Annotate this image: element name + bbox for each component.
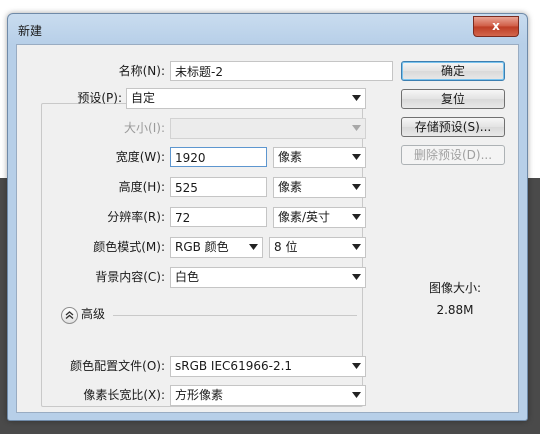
chevron-down-icon bbox=[352, 392, 361, 398]
height-input[interactable]: 525 bbox=[170, 177, 267, 197]
name-label: 名称(N): bbox=[118, 64, 165, 78]
ok-button[interactable]: 确定 bbox=[401, 61, 505, 81]
close-button[interactable]: x bbox=[473, 16, 519, 37]
background-select[interactable]: 白色 bbox=[170, 267, 366, 288]
height-unit-value: 像素 bbox=[278, 180, 303, 194]
name-input[interactable]: 未标题-2 bbox=[170, 61, 393, 81]
save-preset-button[interactable]: 存储预设(S)... bbox=[401, 117, 505, 137]
bit-depth-value: 8 位 bbox=[274, 240, 298, 254]
image-size-label: 图像大小: bbox=[428, 281, 482, 295]
color-profile-value: sRGB IEC61966-2.1 bbox=[175, 359, 293, 373]
color-profile-label: 颜色配置文件(O): bbox=[70, 359, 165, 373]
background-label: 背景内容(C): bbox=[95, 270, 165, 284]
width-input[interactable]: 1920 bbox=[170, 147, 267, 167]
width-unit-value: 像素 bbox=[278, 150, 303, 164]
color-profile-select[interactable]: sRGB IEC61966-2.1 bbox=[170, 356, 366, 377]
pixel-aspect-value: 方形像素 bbox=[175, 388, 224, 402]
image-size-value: 2.88M bbox=[436, 303, 474, 317]
advanced-divider bbox=[113, 315, 357, 316]
color-mode-label: 颜色模式(M): bbox=[93, 240, 165, 254]
chevron-down-icon bbox=[352, 274, 361, 280]
chevron-down-icon bbox=[352, 244, 361, 250]
color-mode-value: RGB 颜色 bbox=[175, 240, 229, 254]
new-document-dialog: 新建 x 名称(N): 未标题-2 预设(P): 自定 大小(I): 宽度(W)… bbox=[7, 13, 528, 421]
resolution-unit-select[interactable]: 像素/英寸 bbox=[273, 207, 366, 228]
advanced-toggle[interactable] bbox=[61, 307, 78, 324]
chevron-down-icon bbox=[352, 184, 361, 190]
dialog-body: 名称(N): 未标题-2 预设(P): 自定 大小(I): 宽度(W): 192… bbox=[16, 44, 519, 413]
background-value: 白色 bbox=[175, 270, 200, 284]
advanced-label: 高级 bbox=[81, 307, 106, 321]
chevron-down-icon bbox=[352, 125, 361, 131]
reset-button[interactable]: 复位 bbox=[401, 89, 505, 109]
size-select bbox=[170, 118, 366, 139]
preset-select[interactable]: 自定 bbox=[126, 88, 366, 109]
close-icon: x bbox=[492, 19, 500, 33]
resolution-input[interactable]: 72 bbox=[170, 207, 267, 227]
width-label: 宽度(W): bbox=[115, 150, 165, 164]
double-chevron-up-icon bbox=[65, 311, 74, 319]
chevron-down-icon bbox=[352, 154, 361, 160]
pixel-aspect-select[interactable]: 方形像素 bbox=[170, 385, 366, 406]
preset-value: 自定 bbox=[131, 91, 156, 105]
height-unit-select[interactable]: 像素 bbox=[273, 177, 366, 198]
chevron-down-icon bbox=[352, 95, 361, 101]
pixel-aspect-label: 像素长宽比(X): bbox=[83, 388, 165, 402]
resolution-label: 分辨率(R): bbox=[107, 210, 165, 224]
resolution-unit-value: 像素/英寸 bbox=[278, 210, 331, 224]
width-unit-select[interactable]: 像素 bbox=[273, 147, 366, 168]
chevron-down-icon bbox=[352, 214, 361, 220]
chevron-down-icon bbox=[249, 244, 258, 250]
preset-label: 预设(P): bbox=[77, 91, 122, 105]
color-mode-select[interactable]: RGB 颜色 bbox=[170, 237, 263, 258]
height-label: 高度(H): bbox=[118, 180, 165, 194]
dialog-title: 新建 bbox=[18, 24, 43, 38]
bit-depth-select[interactable]: 8 位 bbox=[269, 237, 366, 258]
chevron-down-icon bbox=[352, 363, 361, 369]
size-label: 大小(I): bbox=[124, 121, 165, 135]
delete-preset-button: 删除预设(D)... bbox=[401, 145, 505, 165]
